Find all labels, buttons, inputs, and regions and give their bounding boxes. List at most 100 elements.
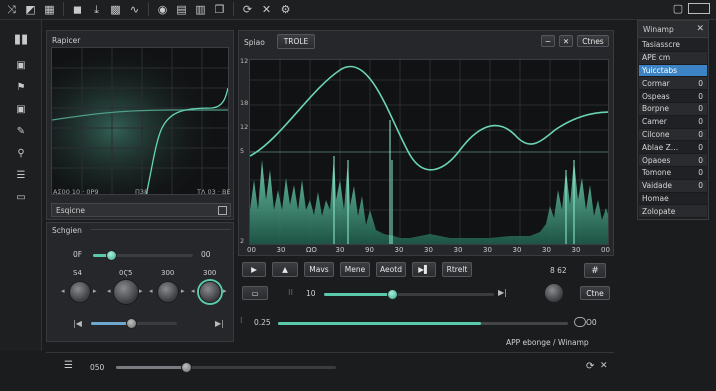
list-item[interactable]: APE cm [639,51,707,65]
transport-row3-fill [278,322,481,325]
main-slider-thumb[interactable] [106,250,117,261]
list-item[interactable]: Vaidade 0 [639,179,707,193]
mavs-button[interactable]: Mavs [304,262,334,277]
list-item[interactable]: Cilcone 0 [639,128,707,142]
user-icon[interactable]: ⚲ [10,142,32,164]
list-item[interactable]: Tasiasscre [639,39,707,52]
transport-monitor-button[interactable]: ▭ [242,286,268,300]
spectrum-x-label: 00 [247,246,256,254]
rotary-knob[interactable] [157,281,179,303]
transport-row3-right: O0 [586,318,597,327]
list-item-value: 0 [698,104,703,114]
status-slider-thumb[interactable] [181,362,193,373]
close-icon[interactable]: ✕ [259,2,274,17]
transport-knob[interactable] [544,283,564,303]
maximize-window-icon[interactable] [688,3,710,14]
skip-forward-icon[interactable]: ▶| [215,319,224,328]
transport-row2-fill [324,293,392,296]
sliders-panel-title: Schgien [52,226,82,235]
status-slider[interactable] [116,362,336,373]
knob-decrease-icon[interactable]: ◂ [61,287,65,295]
transport-ctne-button[interactable]: Ctne [580,286,610,300]
settings-icon[interactable]: ⚙ [278,2,293,17]
shuffle-icon[interactable]: ⤨ [4,2,19,17]
spectrum-close-button[interactable]: ✕ [559,35,573,47]
document-icon[interactable]: ▤ [174,2,189,17]
expand-icon[interactable] [218,206,227,215]
transport-skip-icon[interactable]: ▶| [498,288,507,297]
camera-icon[interactable]: ▣ [10,98,32,120]
play-pause-button[interactable]: ▶▌ [412,262,436,277]
spectrum-y-label: 12 [240,57,249,65]
list-item-label: Camer [642,117,667,127]
knob-decrease-icon[interactable]: ◂ [107,287,111,295]
transport-row3-slider[interactable] [278,322,568,325]
rtrelt-button[interactable]: Rtrelt [442,262,472,277]
waveform-icon[interactable]: ∿ [127,2,142,17]
chart-icon[interactable]: ◩ [23,2,38,17]
transport-row2-thumb[interactable] [387,289,398,300]
spectrum-y-label: 18 [240,99,249,107]
pattern-icon[interactable]: ▩ [108,2,123,17]
copy-icon[interactable]: ❐ [212,2,227,17]
list-item[interactable]: Tomone 0 [639,167,707,180]
tab-trole[interactable]: TROLE [277,34,315,49]
list-item[interactable]: Homae [639,193,707,206]
mixer-icon[interactable]: ▥ [193,2,208,17]
knob-increase-icon[interactable]: ▸ [181,287,185,295]
list-item[interactable]: Opaoes 0 [639,154,707,167]
knob-increase-icon[interactable]: ▸ [93,287,97,295]
play-button[interactable]: ▶ [242,262,266,277]
list-item[interactable]: Camer 0 [639,116,707,129]
spectrum-minimize-button[interactable]: − [541,35,555,47]
record-icon[interactable]: ◉ [155,2,170,17]
scope-label-mid: Π38 [135,188,149,196]
list-item[interactable]: Zolopate [639,205,707,219]
rocket-icon[interactable]: ⚑ [10,76,32,98]
sliders-panel: Schgien 0F 00 S4 ◂ ▸ 0Ϛ5 ◂ ▸ 300 ◂ ▸ 300 ◂ ▸ |◀ ▶| [46,222,234,342]
knob-increase-icon[interactable]: ▸ [223,287,227,295]
spectrum-ctnes-button[interactable]: Ctnes [577,35,609,47]
eject-button[interactable]: ▲ [272,262,298,277]
list-item-label: Cilcone [642,129,670,139]
restore-window-icon[interactable]: ▢ [672,2,684,15]
status-close-icon[interactable]: ✕ [600,361,608,371]
close-icon[interactable]: ✕ [696,24,704,34]
knob-decrease-icon[interactable]: ◂ [191,287,195,295]
list-icon[interactable]: ☰ [10,164,32,186]
list-item[interactable]: Ablae Z… 0 [639,141,707,155]
status-refresh-icon[interactable]: ⟳ [586,361,594,372]
toolbar-divider [233,2,234,16]
bottom-slider-thumb[interactable] [126,318,138,329]
list-item[interactable]: Ospeas 0 [639,90,707,103]
list-item[interactable]: Yuicctabs [639,64,707,78]
status-list-icon[interactable]: ☰ [64,360,73,371]
rotary-knob[interactable] [113,279,139,305]
aeotd-button[interactable]: Aeotd [376,262,406,277]
knob-decrease-icon[interactable]: ◂ [149,287,153,295]
refresh-icon[interactable]: ⟳ [240,2,255,17]
list-item[interactable]: Borpne 0 [639,102,707,116]
transport-row3-toggle[interactable] [574,317,586,327]
transport-grid-button[interactable]: # [584,263,606,278]
mene-button[interactable]: Mene [340,262,370,277]
bars-icon[interactable]: ▮▮ [10,24,32,54]
main-slider[interactable] [93,250,193,261]
skip-back-icon[interactable]: |◀ [73,319,82,328]
transport-row2-slider[interactable] [324,289,494,300]
list-item[interactable]: Cormar 0 [639,77,707,91]
knob-increase-icon[interactable]: ▸ [139,287,143,295]
spectrum-x-label: 30 [542,246,551,254]
download-icon[interactable]: ⤓ [89,2,104,17]
scope-label-left: ΑΣ00 10 · 0Ρ9 [53,188,99,196]
monitor-icon[interactable]: ▭ [10,186,32,208]
paint-icon[interactable]: ✎ [10,120,32,142]
stop-icon[interactable]: ◼ [70,2,85,17]
grid-icon[interactable]: ▦ [42,2,57,17]
rotary-knob[interactable] [199,281,221,303]
save-icon[interactable]: ▣ [10,54,32,76]
rotary-knob[interactable] [69,281,91,303]
bottom-slider[interactable] [91,318,177,329]
spectrum-x-label: 30 [276,246,286,254]
list-item-label: Yuicctabs [642,65,678,75]
